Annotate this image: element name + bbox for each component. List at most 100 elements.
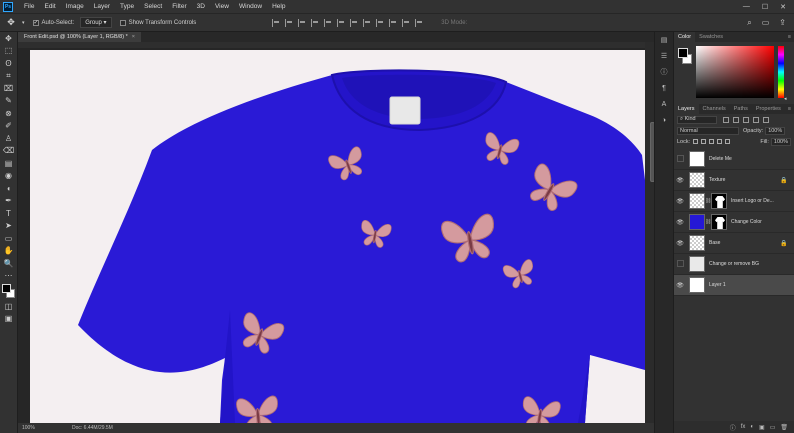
layer-name[interactable]: Texture [709,177,780,183]
align-left-icon[interactable] [311,18,319,27]
close-window-button[interactable]: ✕ [780,3,786,11]
layer-thumbnail[interactable] [689,151,705,167]
align-vcenter-icon[interactable] [285,18,293,27]
align-bottom-icon[interactable] [298,18,306,27]
layer-thumbnail[interactable] [689,256,705,272]
layer-name[interactable]: Base [709,240,780,246]
distribute-vcenter-icon[interactable] [363,18,371,27]
brush-icon[interactable]: ✐ [0,120,17,133]
layer-row[interactable]: 👁 Layer 1 [674,275,794,296]
tab-channels[interactable]: Channels [699,104,730,114]
clone-stamp-icon[interactable]: ♙ [0,132,17,145]
lasso-icon[interactable]: ʘ [0,57,17,70]
layer-name[interactable]: Insert Logo or De... [731,198,780,204]
menu-view[interactable]: View [210,3,234,10]
layers-menu-icon[interactable]: ≡ [788,106,794,112]
document-canvas[interactable] [30,50,645,423]
lock-image-icon[interactable] [701,139,707,144]
dodge-icon[interactable]: ◖ [0,182,17,195]
visibility-eye-icon[interactable]: 👁 [674,198,686,205]
layer-style-icon[interactable]: fx [741,424,746,430]
layer-row[interactable]: 👁 ⛓ Change Color [674,212,794,233]
menu-filter[interactable]: Filter [167,3,191,10]
layer-name[interactable]: Delete Me [709,156,780,162]
align-right-icon[interactable] [337,18,345,27]
tab-properties[interactable]: Properties [752,104,785,114]
align-top-icon[interactable] [272,18,280,27]
zoom-icon[interactable]: 🔍 [0,257,17,270]
tab-swatches[interactable]: Swatches [695,32,727,42]
menu-select[interactable]: Select [139,3,167,10]
lock-all-icon[interactable] [725,139,731,144]
hand-icon[interactable]: ✋ [0,245,17,258]
type-icon[interactable]: T [0,207,17,220]
adjust-icon[interactable]: ◑ [655,112,673,128]
menu-edit[interactable]: Edit [39,3,60,10]
menu-window[interactable]: Window [234,3,267,10]
auto-select-dropdown[interactable]: Group ▾ [80,17,112,28]
link-layers-icon[interactable]: ⓘ [730,423,736,432]
show-transform-checkbox[interactable] [119,19,126,26]
quick-select-icon[interactable]: ⌗ [0,70,17,83]
adjustment-layer-icon[interactable]: ◐ [750,424,754,430]
layer-thumbnail[interactable] [689,193,705,209]
filter-shape-icon[interactable] [753,116,759,123]
blur-icon[interactable]: ◉ [0,170,17,183]
kind-filter-dropdown[interactable]: ⌕ Kind [677,115,717,124]
layer-row[interactable]: 👁 Base 🔒 [674,233,794,254]
layer-name[interactable]: Layer 1 [709,282,780,288]
align-hcenter-icon[interactable] [324,18,332,27]
minimize-button[interactable]: — [743,3,750,11]
layer-name[interactable]: Change Color [731,219,780,225]
vertical-scrollbar[interactable] [645,42,654,423]
visibility-eye-icon[interactable]: 👁 [674,177,686,184]
layer-row[interactable]: 👁 ⛓ Insert Logo or De... [674,191,794,212]
distribute-hcenter-icon[interactable] [402,18,410,27]
layer-row[interactable]: Change or remove BG [674,254,794,275]
layer-mask-thumbnail[interactable] [711,193,727,209]
layer-thumbnail[interactable] [689,214,705,230]
healing-brush-icon[interactable]: ⊗ [0,107,17,120]
screen-mode-icon[interactable]: ▣ [0,313,17,326]
filter-pixel-icon[interactable] [723,116,729,123]
canvas-area[interactable] [18,42,654,423]
path-select-icon[interactable]: ➤ [0,220,17,233]
visibility-eye-icon[interactable]: 👁 [674,219,686,226]
tool-preset-caret-icon[interactable]: ▾ [22,20,25,26]
menu-layer[interactable]: Layer [89,3,115,10]
opacity-input[interactable]: 100% [765,126,786,135]
layer-thumbnail[interactable] [689,277,705,293]
share-icon[interactable]: ⇪ [779,18,786,28]
tab-layers[interactable]: Layers [674,104,699,114]
filter-type-icon[interactable] [743,116,749,123]
filter-smart-icon[interactable] [763,116,769,123]
zoom-level[interactable]: 100% [18,425,42,431]
distribute-bottom-icon[interactable] [376,18,384,27]
foreground-color-swatch[interactable] [2,284,11,293]
layer-row[interactable]: 👁 Texture 🔒 [674,170,794,191]
visibility-eye-icon[interactable] [674,260,686,269]
menu-file[interactable]: File [19,3,39,10]
doc-size-info[interactable]: Doc: 6.44M/29.5M [42,425,113,431]
distribute-left-icon[interactable] [389,18,397,27]
layer-thumbnail[interactable] [689,235,705,251]
search-icon[interactable]: ⌕ [747,18,751,28]
fg-bg-swatches[interactable] [0,282,17,300]
document-tab[interactable]: Front Edit.psd @ 100% (Layer 1, RGB/8) *… [18,32,141,42]
workspace-icon[interactable]: ▭ [762,18,770,28]
blend-mode-dropdown[interactable]: Normal [677,126,739,135]
menu-type[interactable]: Type [115,3,139,10]
maximize-button[interactable]: ☐ [762,3,768,11]
layer-thumbnail[interactable] [689,172,705,188]
move-tool-icon[interactable]: ✥ [0,17,22,28]
visibility-eye-icon[interactable]: 👁 [674,240,686,247]
add-mask-icon[interactable]: ▣ [759,424,765,431]
close-tab-icon[interactable]: × [132,34,135,40]
panel-menu-icon[interactable]: ≡ [788,34,794,40]
character-icon[interactable]: A [655,96,673,112]
lock-artboard-icon[interactable] [717,139,723,144]
layer-mask-thumbnail[interactable] [711,214,727,230]
tab-color[interactable]: Color [674,32,696,42]
rectangle-icon[interactable]: ▭ [0,232,17,245]
new-layer-icon[interactable]: ▭ [770,424,776,431]
